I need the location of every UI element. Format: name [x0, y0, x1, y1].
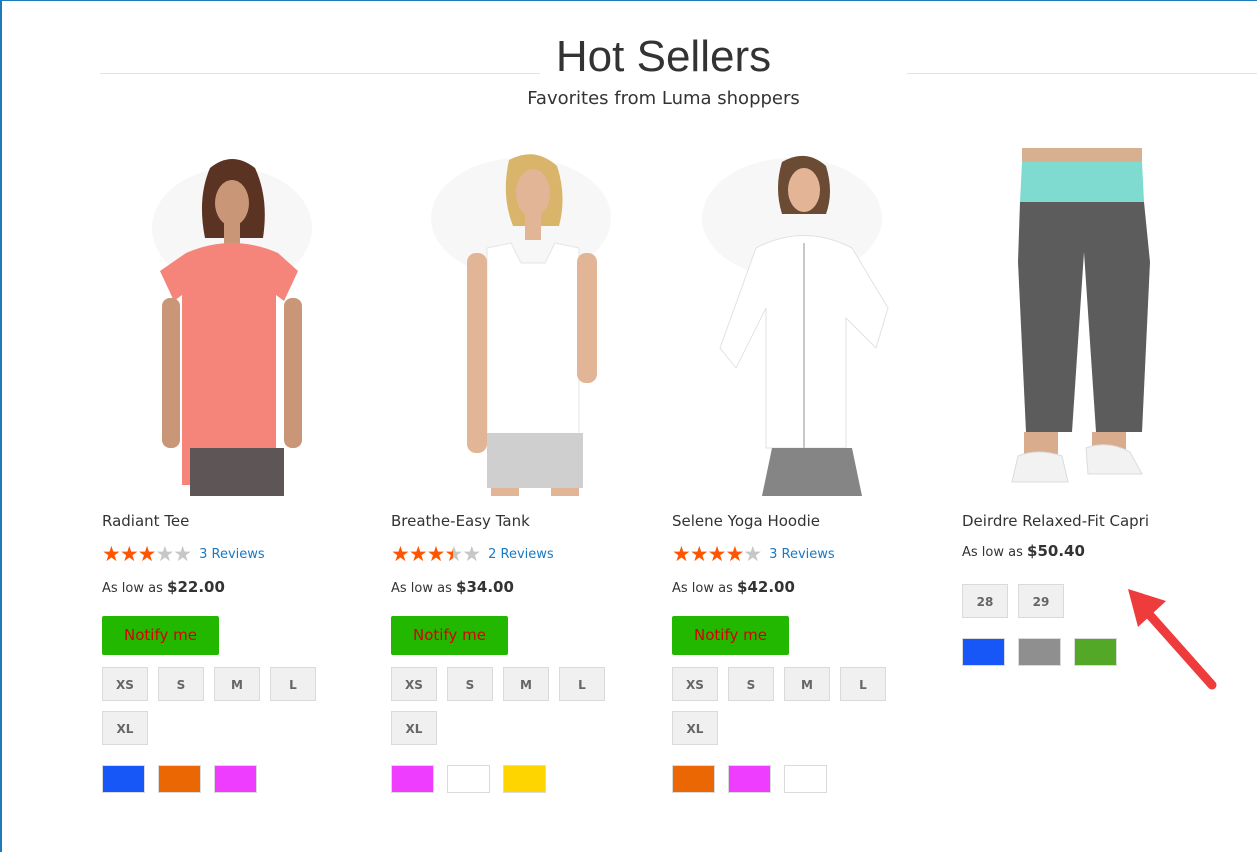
color-swatch-gray[interactable]: [1018, 638, 1061, 666]
color-swatch-purple[interactable]: [214, 765, 257, 793]
notify-me-button[interactable]: Notify me: [102, 616, 219, 655]
product-image-capri-pants: [1011, 148, 1150, 483]
size-option-l[interactable]: L: [840, 667, 886, 701]
size-option-xl[interactable]: XL: [391, 711, 437, 745]
price-prefix: As low as: [962, 545, 1023, 560]
title-rule-left: [100, 73, 540, 74]
title-rule-right: [907, 73, 1257, 74]
section-subtitle: Favorites from Luma shoppers: [527, 88, 800, 109]
size-option-m[interactable]: M: [214, 667, 260, 701]
frame-border-top: [0, 0, 1257, 1]
frame-border-left: [0, 0, 2, 852]
size-option-s[interactable]: S: [728, 667, 774, 701]
color-swatch-blue[interactable]: [962, 638, 1005, 666]
product-image-woman-tank: [431, 154, 611, 496]
product-price: As low as $22.00: [102, 578, 372, 598]
size-options: XS S M L XL: [102, 667, 342, 745]
color-swatch-blue[interactable]: [102, 765, 145, 793]
size-option-s[interactable]: S: [158, 667, 204, 701]
size-option-xl[interactable]: XL: [102, 711, 148, 745]
rating-stars: ★★★★★: [102, 542, 192, 566]
product-rating: ★★★★★ 2 Reviews: [391, 542, 661, 566]
color-options: [672, 765, 942, 793]
price-prefix: As low as: [391, 581, 452, 596]
price-value: $34.00: [456, 578, 514, 596]
color-swatch-purple[interactable]: [728, 765, 771, 793]
product-rating: ★★★★★ 3 Reviews: [672, 542, 942, 566]
product-name[interactable]: Radiant Tee: [102, 512, 372, 534]
color-swatch-white[interactable]: [447, 765, 490, 793]
product-price: As low as $34.00: [391, 578, 661, 598]
color-swatch-purple[interactable]: [391, 765, 434, 793]
product-photo[interactable]: [672, 148, 922, 496]
product-photo[interactable]: [962, 148, 1192, 496]
price-prefix: As low as: [102, 581, 163, 596]
size-option-28[interactable]: 28: [962, 584, 1008, 618]
price-value: $22.00: [167, 578, 225, 596]
size-option-s[interactable]: S: [447, 667, 493, 701]
size-options: XS S M L XL: [672, 667, 912, 745]
product-photo[interactable]: [391, 148, 641, 496]
size-option-xs[interactable]: XS: [672, 667, 718, 701]
product-photo[interactable]: [102, 148, 352, 496]
product-name[interactable]: Deirdre Relaxed-Fit Capri: [962, 512, 1252, 534]
color-swatch-white[interactable]: [784, 765, 827, 793]
product-image-woman-hoodie: [702, 155, 889, 496]
size-option-m[interactable]: M: [784, 667, 830, 701]
size-option-l[interactable]: L: [270, 667, 316, 701]
product-card-radiant-tee: Radiant Tee ★★★★★ 3 Reviews As low as $2…: [102, 148, 372, 793]
rating-stars: ★★★★★: [672, 542, 762, 566]
product-price: As low as $42.00: [672, 578, 942, 598]
color-swatch-orange[interactable]: [672, 765, 715, 793]
section-header: Hot Sellers Favorites from Luma shoppers: [100, 28, 1257, 109]
size-option-l[interactable]: L: [559, 667, 605, 701]
annotation-arrow: [1128, 589, 1217, 690]
color-options: [391, 765, 661, 793]
product-name[interactable]: Selene Yoga Hoodie: [672, 512, 942, 534]
color-options: [102, 765, 372, 793]
section-title: Hot Sellers: [555, 32, 772, 81]
size-option-m[interactable]: M: [503, 667, 549, 701]
notify-me-button[interactable]: Notify me: [672, 616, 789, 655]
size-options: XS S M L XL: [391, 667, 631, 745]
product-price: As low as $50.40: [962, 542, 1252, 562]
product-name[interactable]: Breathe-Easy Tank: [391, 512, 661, 534]
notify-me-button[interactable]: Notify me: [391, 616, 508, 655]
color-swatch-yellow[interactable]: [503, 765, 546, 793]
reviews-link[interactable]: 3 Reviews: [199, 547, 265, 562]
color-swatch-orange[interactable]: [158, 765, 201, 793]
product-card-selene-yoga-hoodie: Selene Yoga Hoodie ★★★★★ 3 Reviews As lo…: [672, 148, 942, 793]
price-value: $50.40: [1027, 542, 1085, 560]
product-image-woman-tee: [152, 159, 312, 496]
reviews-link[interactable]: 3 Reviews: [769, 547, 835, 562]
color-swatch-green[interactable]: [1074, 638, 1117, 666]
product-rating: ★★★★★ 3 Reviews: [102, 542, 372, 566]
reviews-link[interactable]: 2 Reviews: [488, 547, 554, 562]
product-card-breathe-easy-tank: Breathe-Easy Tank ★★★★★ 2 Reviews As low…: [391, 148, 661, 793]
price-value: $42.00: [737, 578, 795, 596]
rating-stars: ★★★★★: [391, 542, 481, 566]
size-option-xl[interactable]: XL: [672, 711, 718, 745]
size-option-xs[interactable]: XS: [102, 667, 148, 701]
price-prefix: As low as: [672, 581, 733, 596]
size-option-xs[interactable]: XS: [391, 667, 437, 701]
size-option-29[interactable]: 29: [1018, 584, 1064, 618]
